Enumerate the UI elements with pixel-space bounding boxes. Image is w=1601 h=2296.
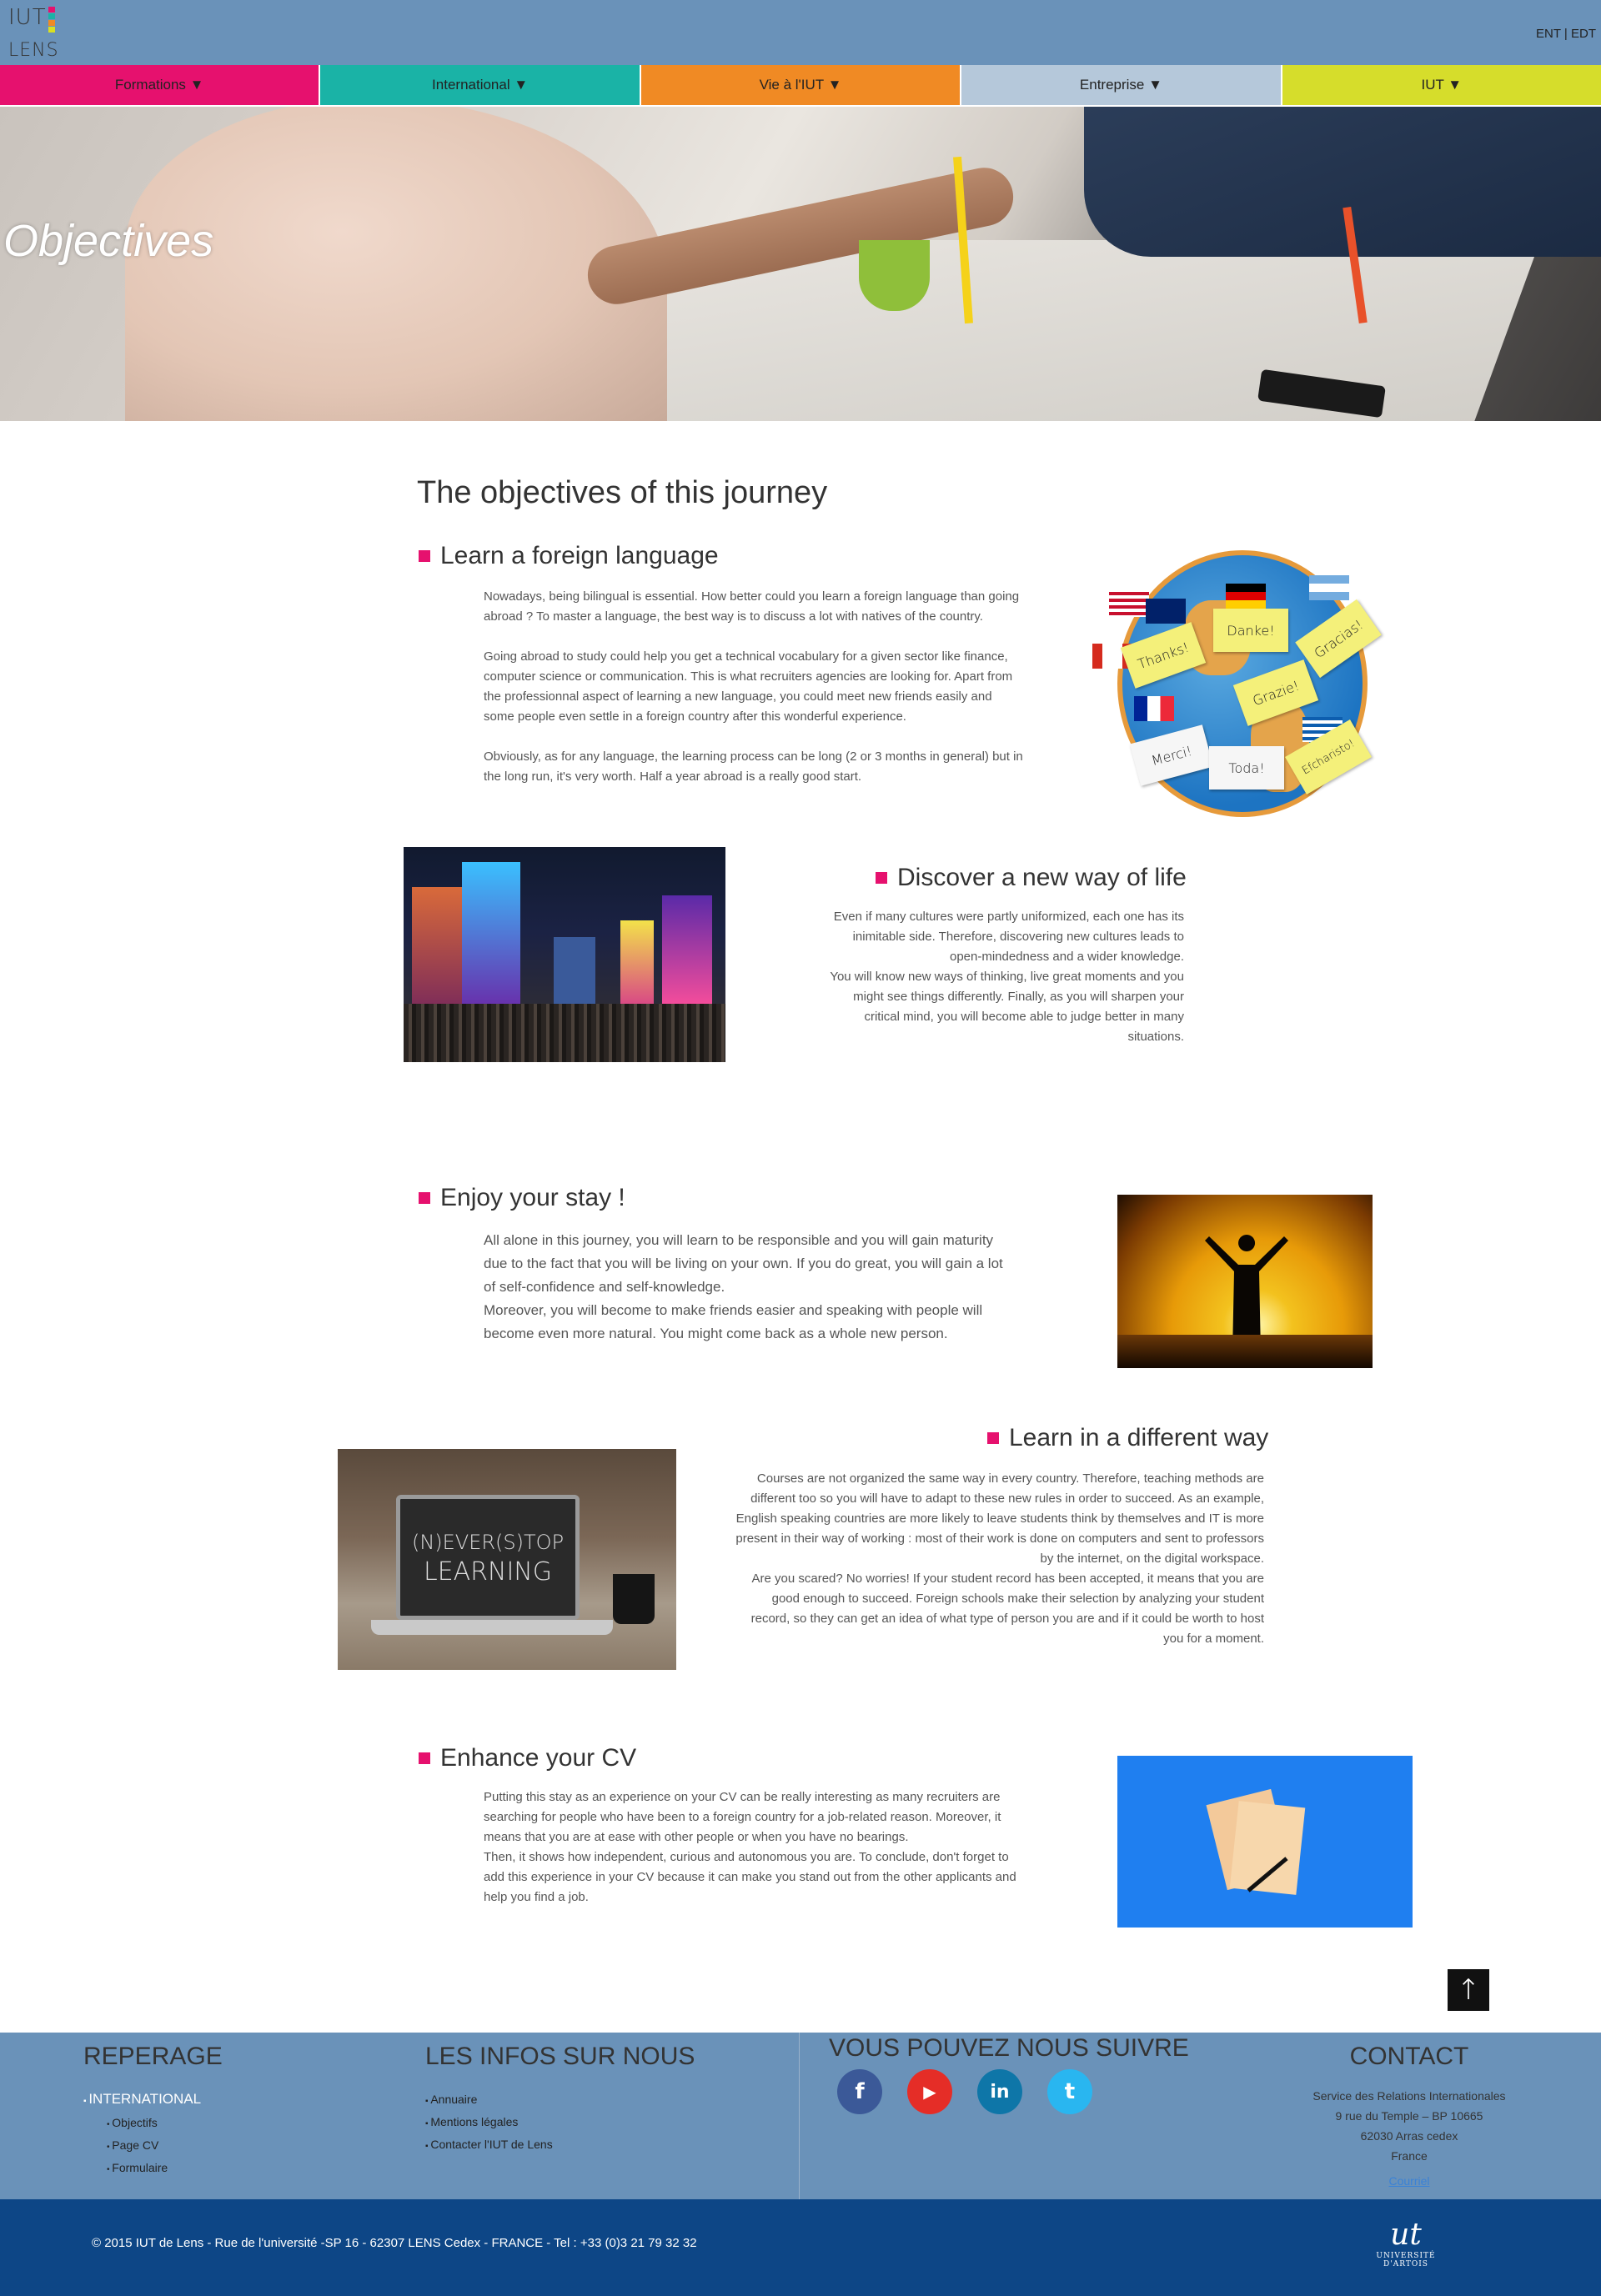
section-title-text: Learn in a different way: [1009, 1424, 1269, 1451]
footer-link-contact[interactable]: Contacter l'IUT de Lens: [425, 2134, 552, 2157]
laptop-text-1: (N)EVER(S)TOP: [411, 1531, 565, 1554]
building: [554, 937, 595, 1012]
section-title-cv: Enhance your CV: [419, 1744, 636, 1772]
univ-mark: ut: [1390, 2218, 1422, 2252]
footer-link-international[interactable]: INTERNATIONAL: [83, 2089, 201, 2112]
footer-title-follow: VOUS POUVEZ NOUS SUIVRE: [829, 2034, 1189, 2062]
globe-illustration: Thanks! Danke! Gracias! Grazie! Merci! T…: [1092, 550, 1382, 817]
laptop-base: [371, 1620, 613, 1635]
section-title-learn-different: Learn in a different way: [987, 1424, 1268, 1452]
laptop-screen: (N)EVER(S)TOP LEARNING: [396, 1495, 580, 1620]
paper: [1229, 1801, 1306, 1895]
mug: [613, 1574, 655, 1624]
section-title-text: Learn a foreign language: [440, 542, 719, 569]
universite-artois-logo[interactable]: ut UNIVERSITÉ D'ARTOIS: [1364, 2218, 1448, 2268]
footer-link-mentions[interactable]: Mentions légales: [425, 2112, 553, 2134]
top-header: IUT LENS ENT | EDT: [0, 0, 1601, 65]
top-links: ENT | EDT: [1536, 27, 1596, 41]
bullet-square: [419, 550, 430, 562]
hero-cup: [859, 240, 930, 311]
flag-usa: [1109, 592, 1149, 617]
contact-address: Service des Relations Internationales 9 …: [1267, 2086, 1551, 2166]
footer-link-annuaire[interactable]: Annuaire: [425, 2089, 553, 2112]
footer-title-infos: LES INFOS SUR NOUS: [425, 2043, 695, 2070]
cv-papers-image: [1117, 1756, 1413, 1928]
footer-divider: [799, 2033, 800, 2199]
back-to-top-button[interactable]: ↑: [1448, 1969, 1489, 2011]
footer-reperage-sublist: Objectifs Page CV Formulaire: [107, 2113, 168, 2180]
linkedin-icon[interactable]: in: [977, 2069, 1022, 2114]
bullet-square: [876, 872, 887, 884]
main-nav: Formations ▼ International ▼ Vie à l'IUT…: [0, 65, 1601, 107]
nav-vie-iut[interactable]: Vie à l'IUT ▼: [640, 65, 962, 107]
section-title-text: Enhance your CV: [440, 1744, 637, 1772]
link-separator: |: [1563, 27, 1568, 41]
nav-iut[interactable]: IUT ▼: [1282, 65, 1601, 107]
hero-person-right: [1084, 107, 1601, 257]
nav-international[interactable]: International ▼: [320, 65, 641, 107]
note-danke: Danke!: [1213, 609, 1288, 652]
bullet-square: [419, 1752, 430, 1764]
laptop-text-2: LEARNING: [423, 1557, 552, 1587]
twitter-icon[interactable]: t: [1047, 2069, 1092, 2114]
note-toda: Toda!: [1209, 746, 1284, 790]
bullet-square: [419, 1192, 430, 1204]
contact-line: 9 rue du Temple – BP 10665: [1335, 2109, 1483, 2123]
contact-line: 62030 Arras cedex: [1360, 2129, 1458, 2143]
crowd: [404, 1004, 725, 1062]
contact-line: France: [1391, 2149, 1428, 2163]
footer-title-contact: CONTACT: [1349, 2043, 1469, 2070]
univ-name: UNIVERSITÉ D'ARTOIS: [1376, 2252, 1436, 2268]
social-links: f ▶ in t: [837, 2069, 1092, 2114]
building: [412, 887, 462, 1012]
sunset-silhouette-image: [1117, 1195, 1373, 1368]
building: [462, 862, 520, 1012]
iut-lens-logo[interactable]: IUT LENS: [7, 5, 60, 61]
city-night-image: [404, 847, 725, 1062]
flag-france: [1134, 696, 1174, 721]
footer-contact: CONTACT Service des Relations Internatio…: [1267, 2043, 1551, 2189]
hero-banner: Objectives: [0, 107, 1601, 421]
footer-link-formulaire[interactable]: Formulaire: [107, 2158, 168, 2180]
contact-mail-link[interactable]: Courriel: [1388, 2174, 1429, 2188]
never-stop-learning-image: (N)EVER(S)TOP LEARNING: [338, 1449, 676, 1670]
section-text-learn-different: Courses are not organized the same way i…: [735, 1471, 1264, 1646]
footer-title-reperage: REPERAGE: [83, 2043, 223, 2070]
building: [620, 920, 654, 1012]
copyright-text: © 2015 IUT de Lens - Rue de l'université…: [92, 2236, 697, 2250]
section-title-text: Discover a new way of life: [897, 864, 1187, 891]
bullet-square: [987, 1432, 999, 1444]
logo-text-top: IUT: [8, 5, 47, 30]
nav-formations[interactable]: Formations ▼: [0, 65, 321, 107]
flag-argentina: [1309, 575, 1349, 600]
footer-link-objectifs[interactable]: Objectifs: [107, 2113, 168, 2135]
section-text-enjoy: All alone in this journey, you will lear…: [484, 1232, 1003, 1341]
section-title-enjoy: Enjoy your stay !: [419, 1184, 625, 1212]
building: [662, 895, 712, 1012]
logo-color-bars: [48, 7, 55, 33]
flag-germany: [1226, 584, 1266, 609]
section-text-language: Nowadays, being bilingual is essential. …: [484, 589, 1023, 784]
youtube-icon[interactable]: ▶: [907, 2069, 952, 2114]
contact-line: Service des Relations Internationales: [1312, 2089, 1506, 2103]
ent-link[interactable]: ENT: [1536, 27, 1561, 41]
footer-reperage-list: INTERNATIONAL: [83, 2089, 201, 2112]
logo-text-bottom: LENS: [8, 40, 59, 61]
section-text-cv: Putting this stay as an experience on yo…: [484, 1790, 1016, 1904]
facebook-icon[interactable]: f: [837, 2069, 882, 2114]
section-title-text: Enjoy your stay !: [440, 1184, 625, 1211]
page-title: Objectives: [3, 216, 214, 266]
section-title-language: Learn a foreign language: [419, 542, 719, 570]
footer-link-page-cv[interactable]: Page CV: [107, 2135, 168, 2158]
section-text-way-of-life: Even if many cultures were partly unifor…: [830, 910, 1184, 1044]
edt-link[interactable]: EDT: [1571, 27, 1596, 41]
footer-infos-list: Annuaire Mentions légales Contacter l'IU…: [425, 2089, 553, 2157]
bottom-bar: © 2015 IUT de Lens - Rue de l'université…: [0, 2199, 1601, 2296]
sea: [1117, 1335, 1373, 1368]
nav-entreprise[interactable]: Entreprise ▼: [961, 65, 1282, 107]
content-heading: The objectives of this journey: [417, 475, 828, 510]
flag-uk: [1146, 599, 1186, 624]
section-title-way-of-life: Discover a new way of life: [876, 864, 1187, 892]
